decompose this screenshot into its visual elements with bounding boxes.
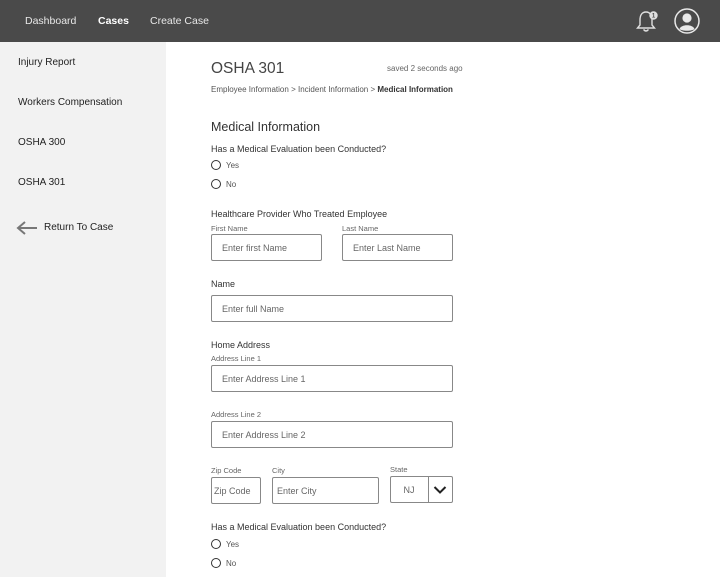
sidebar: Injury Report Workers Compensation OSHA … [0, 42, 166, 577]
sidebar-item-workers-compensation[interactable]: Workers Compensation [18, 97, 122, 108]
radio-label-yes-2: Yes [226, 540, 240, 549]
page-title: OSHA 301 [211, 60, 285, 77]
section-title: Medical Information [211, 120, 321, 134]
bell-icon: 1 [636, 11, 658, 32]
state-select[interactable]: NJ [390, 476, 453, 503]
return-to-case-label: Return To Case [44, 222, 114, 233]
save-status: saved 2 seconds ago [387, 64, 463, 73]
notifications-button[interactable]: 1 [636, 9, 658, 33]
radio-label-yes: Yes [226, 161, 240, 170]
state-label: State [390, 465, 408, 474]
state-select-divider [428, 477, 429, 502]
breadcrumb-incident-information[interactable]: Incident Information [298, 85, 368, 94]
profile-avatar-button[interactable] [674, 8, 700, 34]
medical-evaluation-question-2: Has a Medical Evaluation been Conducted? [211, 522, 387, 532]
city-label: City [272, 466, 285, 475]
radio-label-no: No [226, 180, 237, 189]
full-name-input[interactable] [211, 295, 453, 322]
sidebar-item-osha-300[interactable]: OSHA 300 [18, 137, 65, 148]
address-line-2-input[interactable] [211, 421, 453, 448]
breadcrumb-employee-information[interactable]: Employee Information [211, 85, 289, 94]
breadcrumb: Employee Information > Incident Informat… [211, 85, 453, 94]
first-name-label: First Name [211, 224, 248, 233]
last-name-label: Last Name [342, 224, 379, 233]
home-address-label: Home Address [211, 340, 271, 350]
zip-code-input[interactable] [211, 477, 261, 504]
first-name-input[interactable] [211, 234, 322, 261]
nav-dashboard[interactable]: Dashboard [25, 15, 76, 27]
medical-evaluation-question: Has a Medical Evaluation been Conducted? [211, 144, 387, 154]
breadcrumb-medical-information: Medical Information [377, 85, 453, 94]
sidebar-item-injury-report[interactable]: Injury Report [18, 57, 75, 68]
main-content: OSHA 301 saved 2 seconds ago Employee In… [166, 42, 720, 577]
arrow-left-icon [16, 221, 37, 235]
chevron-down-icon [433, 486, 447, 494]
zip-code-label: Zip Code [211, 466, 242, 475]
sidebar-item-osha-301[interactable]: OSHA 301 [18, 177, 65, 188]
return-to-case-link[interactable]: Return To Case [16, 221, 156, 235]
address-line-2-label: Address Line 2 [211, 410, 262, 419]
user-avatar-icon [674, 8, 700, 34]
medical-evaluation-2-no-radio[interactable] [211, 558, 221, 568]
nav-cases[interactable]: Cases [98, 15, 129, 27]
medical-evaluation-no-radio[interactable] [211, 179, 221, 189]
name-label: Name [211, 279, 236, 289]
medical-evaluation-2-yes-radio[interactable] [211, 539, 221, 549]
city-input[interactable] [272, 477, 379, 504]
healthcare-provider-label: Healthcare Provider Who Treated Employee [211, 209, 388, 219]
last-name-input[interactable] [342, 234, 453, 261]
radio-label-no-2: No [226, 559, 237, 568]
address-line-1-label: Address Line 1 [211, 354, 262, 363]
address-line-1-input[interactable] [211, 365, 453, 392]
state-select-value: NJ [403, 485, 415, 495]
medical-evaluation-yes-radio[interactable] [211, 160, 221, 170]
nav-create-case[interactable]: Create Case [150, 15, 209, 27]
top-navigation-bar: Dashboard Cases Create Case 1 [0, 0, 720, 42]
